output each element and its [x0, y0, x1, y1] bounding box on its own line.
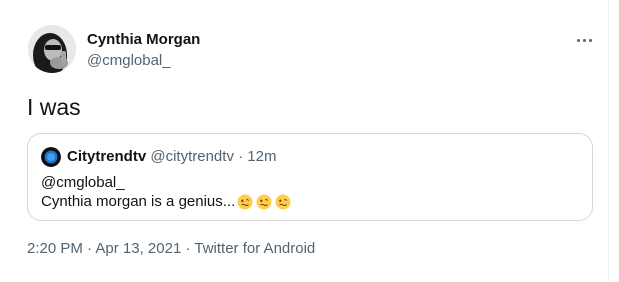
more-horizontal-icon-dot [588, 38, 592, 42]
quoted-tweet[interactable]: Citytrendtv @citytrendtv · 12m @cmglobal… [27, 133, 593, 221]
author-avatar[interactable] [28, 25, 76, 73]
tweet-date[interactable]: Apr 13, 2021 [95, 240, 181, 257]
woozy-face-icon [237, 194, 253, 210]
quote-body-line: Cynthia morgan is a genius... [41, 193, 291, 211]
quote-mention[interactable]: @cmglobal_ [41, 174, 125, 192]
woozy-face-icon [275, 194, 291, 210]
quote-separator: · [238, 148, 244, 165]
author-handle[interactable]: @cmglobal_ [87, 52, 171, 69]
meta-separator: · [185, 240, 191, 257]
tweet-source[interactable]: Twitter for Android [194, 240, 315, 257]
emoji-group [237, 194, 291, 210]
quote-author-name[interactable]: Citytrendtv [67, 148, 146, 165]
meta-separator: · [87, 240, 93, 257]
quote-author-handle[interactable]: @citytrendtv [150, 148, 234, 165]
woozy-face-icon [256, 194, 272, 210]
more-horizontal-icon-dot [582, 38, 586, 42]
quote-timestamp[interactable]: 12m [247, 148, 276, 165]
quote-author-avatar[interactable] [41, 147, 61, 167]
tweet-metadata: 2:20 PM · Apr 13, 2021 · Twitter for And… [27, 240, 315, 257]
tweet-time[interactable]: 2:20 PM [27, 240, 83, 257]
column-divider [608, 0, 609, 282]
tweet-text: I was [27, 94, 81, 120]
more-options-button[interactable] [572, 30, 596, 50]
tweet-card: Cynthia Morgan @cmglobal_ I was Citytren… [0, 0, 619, 282]
author-display-name[interactable]: Cynthia Morgan [87, 31, 200, 48]
quote-header: Citytrendtv @citytrendtv · 12m [67, 148, 276, 166]
quote-body-text: Cynthia morgan is a genius... [41, 193, 236, 210]
more-horizontal-icon [576, 38, 580, 42]
